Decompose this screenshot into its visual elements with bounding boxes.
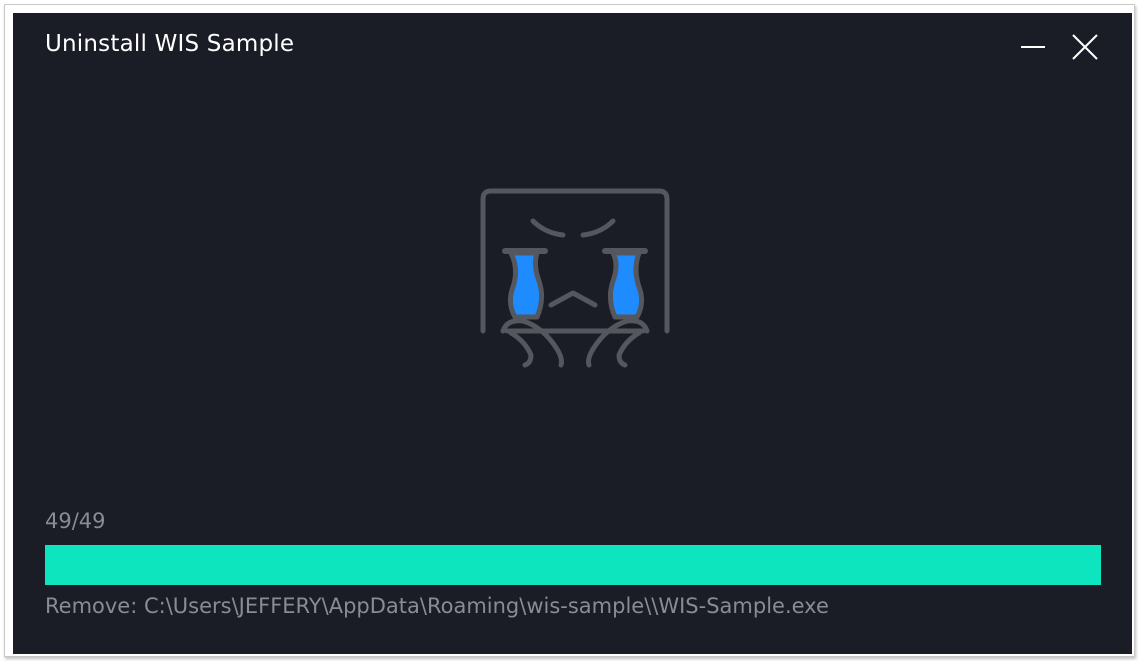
minimize-icon — [1021, 46, 1045, 48]
progress-status-text: Remove: C:\Users\JEFFERY\AppData\Roaming… — [45, 594, 829, 618]
close-icon — [1072, 34, 1098, 60]
close-button[interactable] — [1065, 27, 1105, 67]
window-title: Uninstall WIS Sample — [45, 31, 295, 57]
left-tear — [507, 250, 545, 320]
uninstaller-window: Uninstall WIS Sample 49/49 Remove: C:\Us… — [13, 13, 1132, 654]
progress-bar-fill — [45, 545, 1101, 585]
crying-face-icon — [480, 188, 670, 368]
window-frame: Uninstall WIS Sample 49/49 Remove: C:\Us… — [4, 4, 1135, 657]
progress-bar — [45, 545, 1101, 585]
progress-counter: 49/49 — [45, 509, 106, 533]
right-tear — [607, 250, 645, 320]
crying-face-illustration — [467, 181, 679, 371]
minimize-button[interactable] — [1013, 27, 1053, 67]
